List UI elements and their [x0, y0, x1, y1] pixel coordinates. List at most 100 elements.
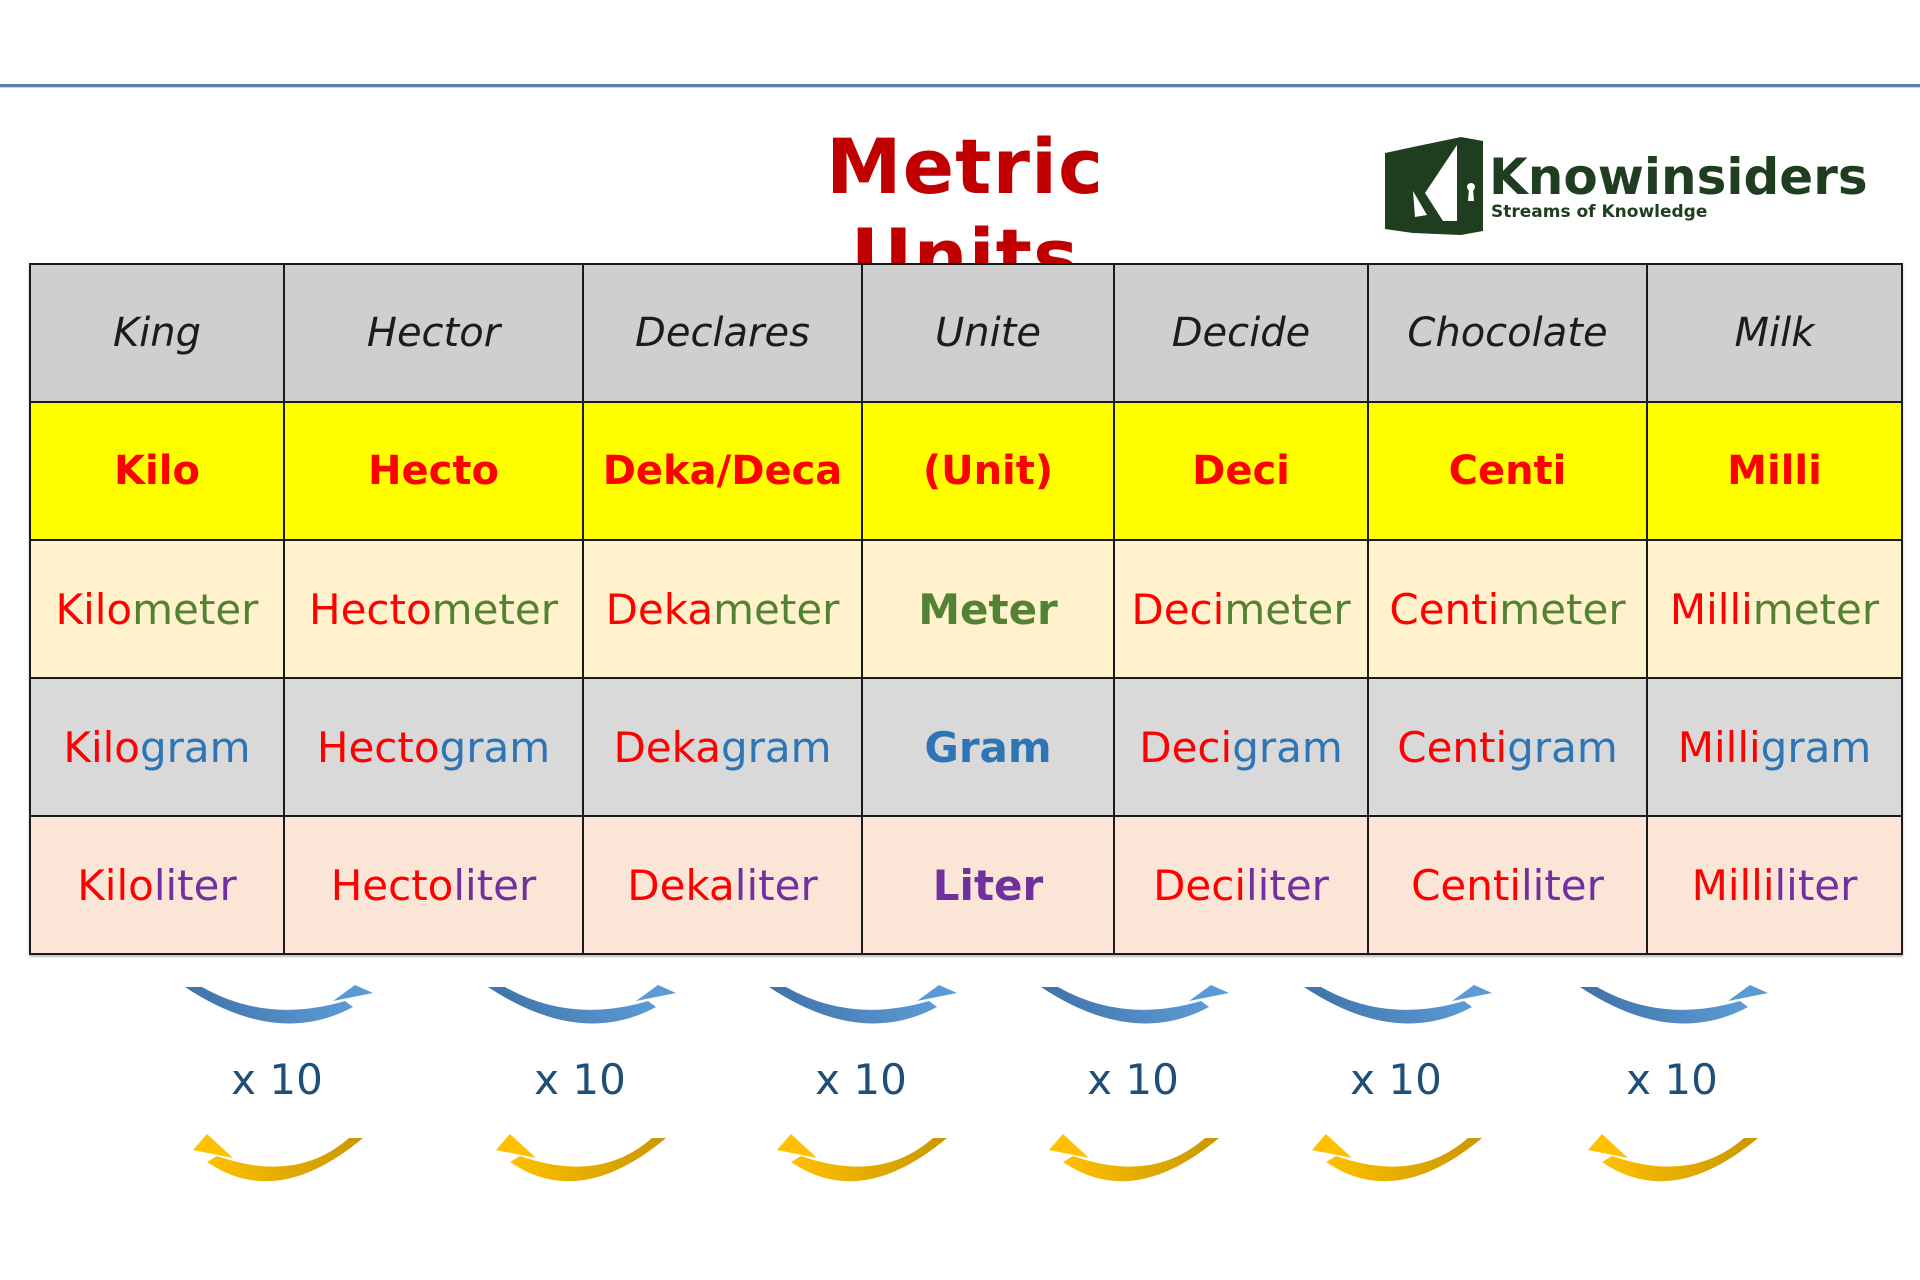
multiply-arrow-icon: [185, 985, 373, 1024]
unit-prefix: Deci: [1131, 584, 1225, 634]
multiply-arrow-icon: [1580, 985, 1768, 1024]
unit-prefix: Deka: [605, 584, 714, 634]
unit-base: liter: [453, 860, 537, 910]
unit-base: meter: [132, 584, 259, 634]
brand-logo: Knowinsiders Streams of Knowledge: [1383, 135, 1883, 235]
unit-cell: Milliliter: [1646, 815, 1903, 955]
divide-arrow-icon: [193, 1134, 363, 1182]
meter-row: Kilometer Hectometer Dekameter Meter Decimet…: [29, 539, 1903, 679]
unit-base: meter: [1499, 584, 1626, 634]
unit-base: liter: [1521, 860, 1604, 910]
gram-row: Kilogram Hectogram Dekagram Gram Decigram Cen…: [29, 677, 1903, 817]
unit-cell: Hectometer: [283, 539, 584, 679]
unit-base: gram: [140, 722, 251, 772]
unit-prefix: Deci: [1153, 860, 1247, 910]
prefix-cell: (Unit): [861, 401, 1115, 541]
unit-cell: Centiliter: [1367, 815, 1648, 955]
mnemonic-cell: Unite: [861, 263, 1115, 403]
factor-label: x 10: [1626, 1055, 1718, 1104]
factor-label: x 10: [815, 1055, 907, 1104]
unit-cell: Milligram: [1646, 677, 1903, 817]
unit-prefix: Centi: [1397, 722, 1508, 772]
multiply-arrow-icon: [769, 985, 957, 1024]
multiply-arrow-icon: [1041, 985, 1229, 1024]
unit-prefix: Milli: [1691, 860, 1775, 910]
unit-cell: Kiloliter: [29, 815, 285, 955]
unit-base: liter: [153, 860, 237, 910]
mnemonic-cell: Decide: [1113, 263, 1369, 403]
prefix-cell: Deka/Deca: [582, 401, 863, 541]
unit-prefix: Hecto: [316, 722, 440, 772]
factor-label: x 10: [1350, 1055, 1442, 1104]
divide-arrow-icon: [777, 1134, 947, 1182]
logo-tagline: Streams of Knowledge: [1491, 202, 1708, 222]
multiply-arrow-icon: [1304, 985, 1492, 1024]
unit-cell: Gram: [861, 677, 1115, 817]
unit-cell: Liter: [861, 815, 1115, 955]
divide-arrow-icon: [1312, 1134, 1482, 1182]
logo-name: Knowinsiders: [1489, 148, 1868, 206]
unit-base: gram: [1507, 722, 1618, 772]
mnemonic-cell: Declares: [582, 263, 863, 403]
mnemonic-cell: Chocolate: [1367, 263, 1648, 403]
keyhole-door-logo-icon: [1385, 137, 1483, 235]
unit-cell: Decimeter: [1113, 539, 1369, 679]
factor-label: x 10: [1087, 1055, 1179, 1104]
unit-cell: Hectogram: [283, 677, 584, 817]
unit-base: gram: [1760, 722, 1872, 772]
unit-cell: Kilogram: [29, 677, 285, 817]
unit-base: meter: [1224, 584, 1351, 634]
unit-prefix: Milli: [1669, 584, 1753, 634]
unit-cell: Decigram: [1113, 677, 1369, 817]
metric-units-table: King Hector Declares Unite Decide Chocolate Mi…: [29, 263, 1903, 955]
prefix-cell: Deci: [1113, 401, 1369, 541]
divide-arrow-icon: [496, 1134, 666, 1182]
unit-base: meter: [713, 584, 840, 634]
prefix-cell: Milli: [1646, 401, 1903, 541]
mnemonic-cell: Hector: [283, 263, 584, 403]
top-divider: [0, 84, 1920, 87]
factor-label: x 10: [231, 1055, 323, 1104]
unit-prefix: Deka: [613, 722, 721, 772]
unit-prefix: Hecto: [308, 584, 432, 634]
unit-base: gram: [720, 722, 832, 772]
unit-prefix: Deci: [1139, 722, 1233, 772]
unit-cell: Hectoliter: [283, 815, 584, 955]
divide-arrow-icon: [1049, 1134, 1219, 1182]
unit-cell: Meter: [861, 539, 1115, 679]
unit-prefix: Kilo: [63, 722, 140, 772]
unit-prefix: Kilo: [77, 860, 154, 910]
liter-row: Kiloliter Hectoliter Dekaliter Liter Decilit…: [29, 815, 1903, 955]
mnemonic-row: King Hector Declares Unite Decide Chocolate Mi…: [29, 263, 1903, 403]
unit-base: Gram: [924, 722, 1052, 772]
unit-cell: Deciliter: [1113, 815, 1369, 955]
unit-base: liter: [1246, 860, 1329, 910]
divide-arrow-icon: [1588, 1134, 1758, 1182]
unit-cell: Kilometer: [29, 539, 285, 679]
unit-base: gram: [1232, 722, 1343, 772]
unit-prefix: Centi: [1389, 584, 1500, 634]
unit-cell: Dekameter: [582, 539, 863, 679]
unit-prefix: Kilo: [55, 584, 133, 634]
unit-base: meter: [431, 584, 558, 634]
unit-base: gram: [439, 722, 551, 772]
unit-prefix: Hecto: [330, 860, 454, 910]
unit-base: meter: [1752, 584, 1880, 634]
unit-prefix: Centi: [1411, 860, 1521, 910]
unit-cell: Millimeter: [1646, 539, 1903, 679]
unit-cell: Centigram: [1367, 677, 1648, 817]
unit-base: Meter: [918, 584, 1058, 634]
prefix-row: Kilo Hecto Deka/Deca (Unit) Deci Centi Milli: [29, 401, 1903, 541]
unit-base: liter: [734, 860, 818, 910]
factor-label: x 10: [534, 1055, 626, 1104]
unit-prefix: Deka: [627, 860, 735, 910]
multiply-arrow-icon: [488, 985, 676, 1024]
unit-cell: Dekaliter: [582, 815, 863, 955]
prefix-cell: Hecto: [283, 401, 584, 541]
prefix-cell: Centi: [1367, 401, 1648, 541]
mnemonic-cell: Milk: [1646, 263, 1903, 403]
unit-cell: Centimeter: [1367, 539, 1648, 679]
unit-prefix: Milli: [1677, 722, 1761, 772]
unit-base: Liter: [932, 860, 1044, 910]
unit-base: liter: [1774, 860, 1858, 910]
